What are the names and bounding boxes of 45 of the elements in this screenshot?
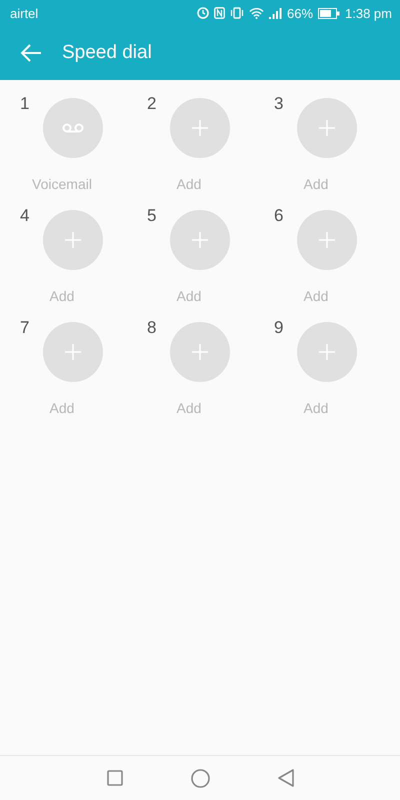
carrier-name: airtel: [10, 6, 40, 20]
back-button[interactable]: [20, 44, 42, 62]
vibrate-icon: [230, 7, 244, 19]
recents-button[interactable]: [106, 770, 122, 786]
slot-number: 6: [274, 205, 284, 227]
clock-time: 1:38 pm: [345, 6, 392, 20]
back-arrow-icon: [20, 44, 42, 62]
battery-percentage: 66%: [286, 6, 314, 20]
slot-label: Add: [304, 176, 328, 194]
slot-number: 5: [147, 205, 158, 227]
signal-icon: [268, 8, 282, 18]
alarm-icon: [196, 7, 209, 19]
plus-icon: [65, 232, 81, 248]
slot-label: Add: [176, 288, 202, 306]
battery-icon: [318, 8, 340, 18]
nfc-icon: [214, 7, 225, 19]
plus-icon: [192, 120, 208, 136]
square-icon: [106, 770, 122, 786]
slot-label: Add: [176, 176, 202, 194]
home-button[interactable]: [190, 768, 210, 788]
slot-label: Add: [50, 400, 74, 418]
slot-label: Add: [304, 288, 328, 306]
slot-number: 4: [20, 205, 30, 227]
slot-label: Add: [50, 288, 74, 306]
screen-title: Speed dial: [62, 42, 152, 64]
slot-number: 8: [147, 317, 158, 339]
slot-number: 9: [274, 317, 284, 339]
circle-icon: [190, 768, 210, 788]
slot-number: 2: [147, 93, 158, 115]
slot-label: Voicemail: [32, 176, 92, 194]
plus-icon: [319, 232, 335, 248]
back-nav-button[interactable]: [278, 769, 294, 787]
plus-icon: [319, 120, 335, 136]
plus-icon: [319, 344, 335, 360]
slot-number: 3: [274, 93, 284, 115]
voicemail-icon: [62, 123, 84, 133]
slot-label: Add: [176, 400, 202, 418]
plus-icon: [192, 232, 208, 248]
plus-icon: [192, 344, 208, 360]
slot-number: 7: [20, 317, 30, 339]
wifi-icon: [248, 7, 264, 19]
plus-icon: [65, 344, 81, 360]
slot-label: Add: [304, 400, 328, 418]
triangle-icon: [278, 769, 294, 787]
slot-number: 1: [20, 93, 30, 115]
